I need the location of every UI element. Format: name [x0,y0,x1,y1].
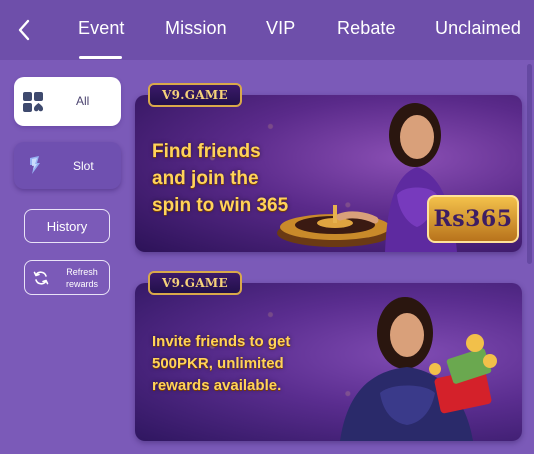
chevron-left-icon [18,19,30,41]
category-all-label: All [76,94,90,108]
brand-logo: V9.GAME [148,271,242,295]
tab-vip[interactable]: VIP [266,18,295,39]
top-nav: Event Mission VIP Rebate Unclaimed [0,0,534,60]
grid-icon [23,92,44,112]
slot-icon [30,156,40,174]
tab-event[interactable]: Event [78,18,125,39]
active-tab-indicator [79,56,122,59]
banner-2-text: Invite friends to get 500PKR, unlimited … [152,333,291,394]
brand-logo: V9.GAME [148,83,242,107]
tab-unclaimed[interactable]: Unclaimed [435,18,521,39]
refresh-label: Refresh rewards [65,267,98,289]
tab-mission[interactable]: Mission [165,18,227,39]
banner-1-text: Find friends and join the spin to win 36… [152,141,289,216]
category-all-button[interactable]: All [14,77,121,126]
refresh-rewards-button[interactable]: Refresh rewards [24,260,110,295]
tab-rebate[interactable]: Rebate [337,18,396,39]
category-slot-label: Slot [73,159,94,173]
scrollbar[interactable] [527,64,532,264]
back-button[interactable] [12,16,36,44]
category-slot-button[interactable]: Slot [14,142,121,189]
rs365-badge: Rs365 [427,195,519,243]
history-label: History [46,219,88,234]
refresh-icon [33,271,49,285]
history-button[interactable]: History [24,209,110,243]
